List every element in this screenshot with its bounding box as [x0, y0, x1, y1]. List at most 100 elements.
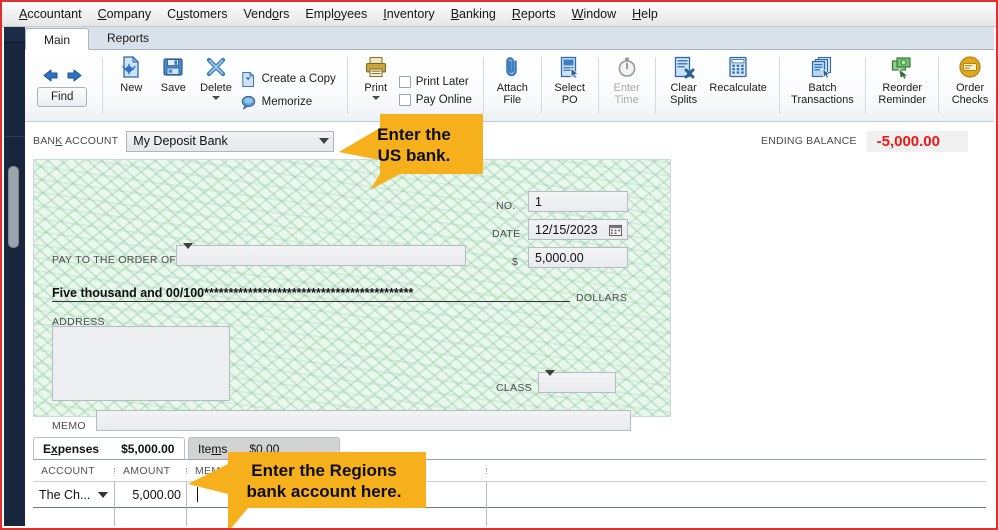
batch-pages-icon	[812, 56, 832, 79]
menu-item-customers[interactable]: Customers	[159, 5, 235, 23]
paperclip-icon	[506, 57, 518, 77]
recalculate-button[interactable]: Recalculate	[705, 50, 772, 121]
select-po-label: Select PO	[554, 82, 585, 106]
memorize-button[interactable]: Memorize	[240, 94, 336, 111]
order-checks-button[interactable]: Order Checks	[946, 50, 994, 121]
bank-account-dropdown-arrow-icon[interactable]	[315, 132, 333, 151]
pay-online-checkbox-row[interactable]: Pay Online	[398, 93, 472, 106]
new-document-icon	[122, 55, 140, 78]
dollars-label: DOLLARS	[576, 292, 628, 304]
address-textarea[interactable]	[52, 326, 230, 401]
ending-balance-value: -5,000.00	[866, 130, 968, 152]
attach-file-button[interactable]: Attach File	[491, 50, 534, 121]
class-dropdown[interactable]	[538, 369, 616, 393]
print-later-checkbox-row[interactable]: Print Later	[398, 75, 472, 88]
memo-input[interactable]	[96, 410, 631, 431]
check-amount-dollar-sign: $	[512, 256, 519, 268]
ribbon-separator-7	[778, 57, 780, 114]
ribbon-separator-4	[540, 57, 542, 114]
menu-bar: Accountant Company Customers Vendors Emp…	[2, 2, 996, 27]
cell-account-empty[interactable]	[33, 508, 115, 526]
enter-time-button[interactable]: Enter Time	[606, 50, 648, 121]
clear-splits-button[interactable]: Clear Splits	[663, 50, 705, 121]
delete-button[interactable]: Delete	[194, 50, 237, 121]
calendar-icon[interactable]	[609, 224, 622, 236]
batch-transactions-label: Batch Transactions	[791, 82, 854, 106]
rail-segment-top	[4, 27, 25, 43]
attach-file-label: Attach File	[496, 82, 528, 106]
pay-online-checkbox[interactable]	[398, 93, 411, 106]
cell-amount[interactable]: 5,000.00	[115, 481, 187, 508]
reorder-money-icon	[892, 57, 911, 79]
print-button[interactable]: Print	[355, 50, 397, 121]
class-dropdown-arrow-icon[interactable]	[545, 369, 555, 390]
cell-account-value: The Ch...	[39, 487, 91, 502]
check-graphic: NO. 1 DATE 12/15/2023 $ 5,000.00 PAY TO …	[33, 159, 671, 432]
calculator-icon	[729, 56, 747, 78]
nav-arrows	[42, 68, 83, 83]
reorder-reminder-button[interactable]: Reorder Reminder	[873, 50, 931, 121]
cell-amount-value: 5,000.00	[132, 487, 181, 502]
rail-scrollbar-thumb[interactable]	[8, 166, 19, 248]
ribbon-toolbar: Find New Save Delete Create a Copy Memor…	[25, 50, 994, 122]
save-button-label: Save	[160, 82, 186, 94]
new-button[interactable]: New	[110, 50, 152, 121]
check-no-input[interactable]: 1	[528, 191, 628, 212]
pay-online-label: Pay Online	[415, 93, 472, 106]
menu-item-reports[interactable]: Reports	[504, 5, 564, 23]
menu-item-vendors[interactable]: Vendors	[236, 5, 298, 23]
pay-to-the-order-of-dropdown[interactable]	[176, 242, 466, 266]
copy-memorize-group: Create a Copy Memorize	[238, 50, 340, 121]
menu-item-employees[interactable]: Employees	[297, 5, 375, 23]
ribbon-tabstrip: Main Reports	[25, 27, 994, 50]
ribbon-separator-8	[865, 57, 867, 114]
table-row-empty[interactable]	[33, 508, 986, 526]
callout-us-bank: Enter the US bank.	[337, 112, 483, 190]
print-dropdown-caret-icon[interactable]	[371, 96, 380, 100]
menu-item-help[interactable]: Help	[624, 5, 666, 23]
select-po-button[interactable]: Select PO	[549, 50, 591, 121]
pay-to-the-order-of-label: PAY TO THE ORDER OF	[52, 254, 177, 266]
menu-item-accountant[interactable]: Accountant	[11, 5, 90, 23]
ending-balance-group: ENDING BALANCE -5,000.00	[761, 130, 968, 152]
nav-find-group: Find	[31, 50, 95, 121]
create-a-copy-button[interactable]: Create a Copy	[240, 71, 336, 88]
save-button[interactable]: Save	[152, 50, 194, 121]
cell-amount-empty[interactable]	[115, 508, 187, 526]
previous-arrow-icon[interactable]	[42, 68, 59, 83]
printer-icon	[365, 56, 386, 78]
menu-item-window[interactable]: Window	[564, 5, 624, 23]
cell-account-dropdown-arrow-icon[interactable]	[98, 491, 108, 498]
bank-account-dropdown[interactable]: My Deposit Bank	[126, 130, 335, 152]
table-row[interactable]: The Ch... 5,000.00	[33, 481, 986, 508]
expenses-grid: ACCOUNT AMOUNT MEMO The Ch... 5,000.00	[33, 459, 986, 526]
tab-expenses-label: Expenses	[43, 441, 100, 456]
quickbooks-write-checks-window: Accountant Company Customers Vendors Emp…	[0, 0, 998, 530]
delete-dropdown-caret-icon[interactable]	[211, 96, 220, 100]
ending-balance-label: ENDING BALANCE	[761, 135, 857, 147]
tab-main[interactable]: Main	[25, 28, 90, 50]
print-button-label: Print	[364, 82, 388, 94]
tab-reports[interactable]: Reports	[89, 27, 167, 49]
check-form-area: BANK ACCOUNT My Deposit Bank ENDING BALA…	[25, 122, 994, 526]
menu-item-inventory[interactable]: Inventory	[375, 5, 442, 23]
tab-expenses[interactable]: Expenses $5,000.00	[33, 437, 185, 459]
menu-item-banking[interactable]: Banking	[443, 5, 504, 23]
expenses-grid-header: ACCOUNT AMOUNT MEMO	[33, 460, 986, 482]
left-navigation-rail	[4, 27, 25, 526]
batch-transactions-button[interactable]: Batch Transactions	[787, 50, 859, 121]
delete-x-icon	[206, 57, 226, 77]
create-a-copy-icon	[241, 71, 254, 87]
find-button[interactable]: Find	[37, 87, 88, 107]
menu-item-company[interactable]: Company	[90, 5, 160, 23]
ribbon-separator-5	[597, 57, 599, 114]
cell-account[interactable]: The Ch...	[33, 481, 115, 508]
rail-segment-mid	[4, 44, 25, 137]
check-date-value: 12/15/2023	[535, 222, 598, 237]
next-arrow-icon[interactable]	[66, 68, 83, 83]
ribbon-separator-2	[346, 57, 348, 114]
check-date-input[interactable]: 12/15/2023	[528, 219, 628, 240]
print-later-checkbox[interactable]	[398, 75, 411, 88]
pay-to-dropdown-arrow-icon[interactable]	[183, 242, 193, 263]
check-amount-input[interactable]: 5,000.00	[528, 247, 628, 268]
